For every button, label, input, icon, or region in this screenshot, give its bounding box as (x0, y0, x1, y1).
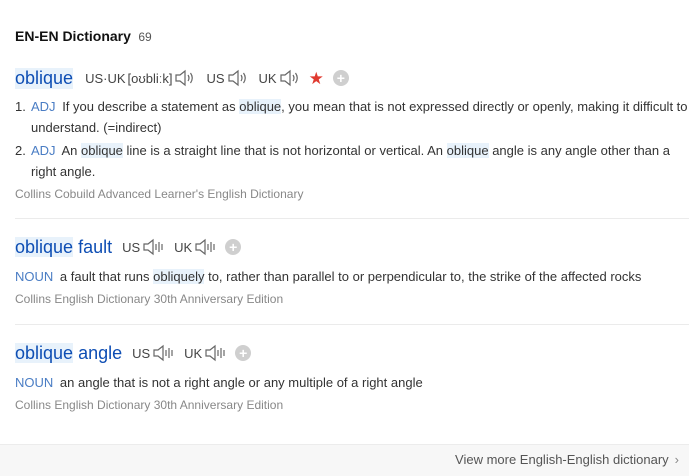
chevron-right-icon: › (674, 452, 679, 467)
definition-text: line is a straight line that is not hori… (122, 143, 447, 158)
footer-bar: View more English-English dictionary › (0, 444, 689, 476)
definition-item: 2. ADJ An oblique line is a straight lin… (15, 140, 689, 182)
definition-text: a fault that runs (59, 269, 154, 284)
dictionary-source: Collins Cobuild Advanced Learner's Engli… (15, 187, 304, 201)
definition-item: NOUN an angle that is not a right angle … (15, 372, 675, 393)
dictionary-source: Collins English Dictionary 30th Annivers… (15, 398, 284, 412)
definition-text: If you describe a statement as (62, 99, 240, 114)
entry-oblique-angle: oblique angle US UK + NOUN an angle that… (15, 340, 689, 412)
highlighted-term: oblique (80, 143, 123, 158)
view-more-link[interactable]: View more English-English dictionary › (455, 452, 679, 467)
plus-icon[interactable]: + (332, 70, 349, 86)
divider (15, 218, 689, 219)
part-of-speech: ADJ (31, 99, 56, 114)
part-of-speech: ADJ (31, 143, 56, 158)
speaker-icon[interactable] (142, 238, 164, 256)
highlighted-term: obliquely (153, 269, 205, 284)
view-more-label: View more English-English dictionary (455, 452, 669, 467)
divider (15, 324, 689, 325)
speaker-icon[interactable] (152, 344, 174, 362)
entry-oblique: oblique US·UK [oʊbliːk] US UK ★ + 1. ADJ… (15, 65, 689, 201)
uk-label: UK (174, 239, 193, 255)
highlighted-term: oblique (239, 99, 282, 114)
headword-main: oblique (15, 236, 74, 257)
highlighted-term: oblique (446, 143, 489, 158)
headword-rest: angle (73, 342, 123, 363)
speaker-icon[interactable] (279, 69, 301, 87)
speaker-icon[interactable] (227, 69, 249, 87)
plus-icon[interactable]: + (225, 239, 242, 255)
us-label: US (122, 239, 141, 255)
phonetic: [oʊbliːk] (127, 70, 173, 86)
part-of-speech: NOUN (15, 375, 54, 390)
uk-label: UK (184, 345, 203, 361)
speaker-icon[interactable] (174, 69, 196, 87)
definition-text: An (61, 143, 81, 158)
headword[interactable]: oblique angle (15, 342, 123, 364)
plus-icon[interactable]: + (235, 345, 252, 361)
speaker-icon[interactable] (194, 238, 216, 256)
definition-item: 1. ADJ If you describe a statement as ob… (15, 96, 689, 138)
part-of-speech: NOUN (15, 269, 54, 284)
dictionary-header: EN-EN Dictionary 69 (15, 28, 152, 46)
uk-label: UK (258, 70, 277, 86)
us-uk-label: US·UK (85, 70, 126, 86)
definition-number: 1. (15, 99, 26, 114)
us-label: US (132, 345, 151, 361)
headword-rest: fault (73, 236, 113, 257)
star-icon[interactable]: ★ (309, 70, 324, 87)
headword[interactable]: oblique fault (15, 236, 113, 258)
entry-count: 69 (138, 30, 152, 44)
us-label: US (206, 70, 225, 86)
definition-text: to, rather than parallel to or perpendic… (204, 269, 642, 284)
definition-item: NOUN a fault that runs obliquely to, rat… (15, 266, 675, 287)
speaker-icon[interactable] (204, 344, 226, 362)
entry-oblique-fault: oblique fault US UK + NOUN a fault that … (15, 234, 689, 306)
headword-main: oblique (15, 342, 74, 363)
dictionary-title: EN-EN Dictionary (15, 28, 131, 44)
headword[interactable]: oblique (15, 67, 74, 89)
dictionary-source: Collins English Dictionary 30th Annivers… (15, 292, 284, 306)
definition-number: 2. (15, 143, 26, 158)
definition-text: an angle that is not a right angle or an… (59, 375, 423, 390)
